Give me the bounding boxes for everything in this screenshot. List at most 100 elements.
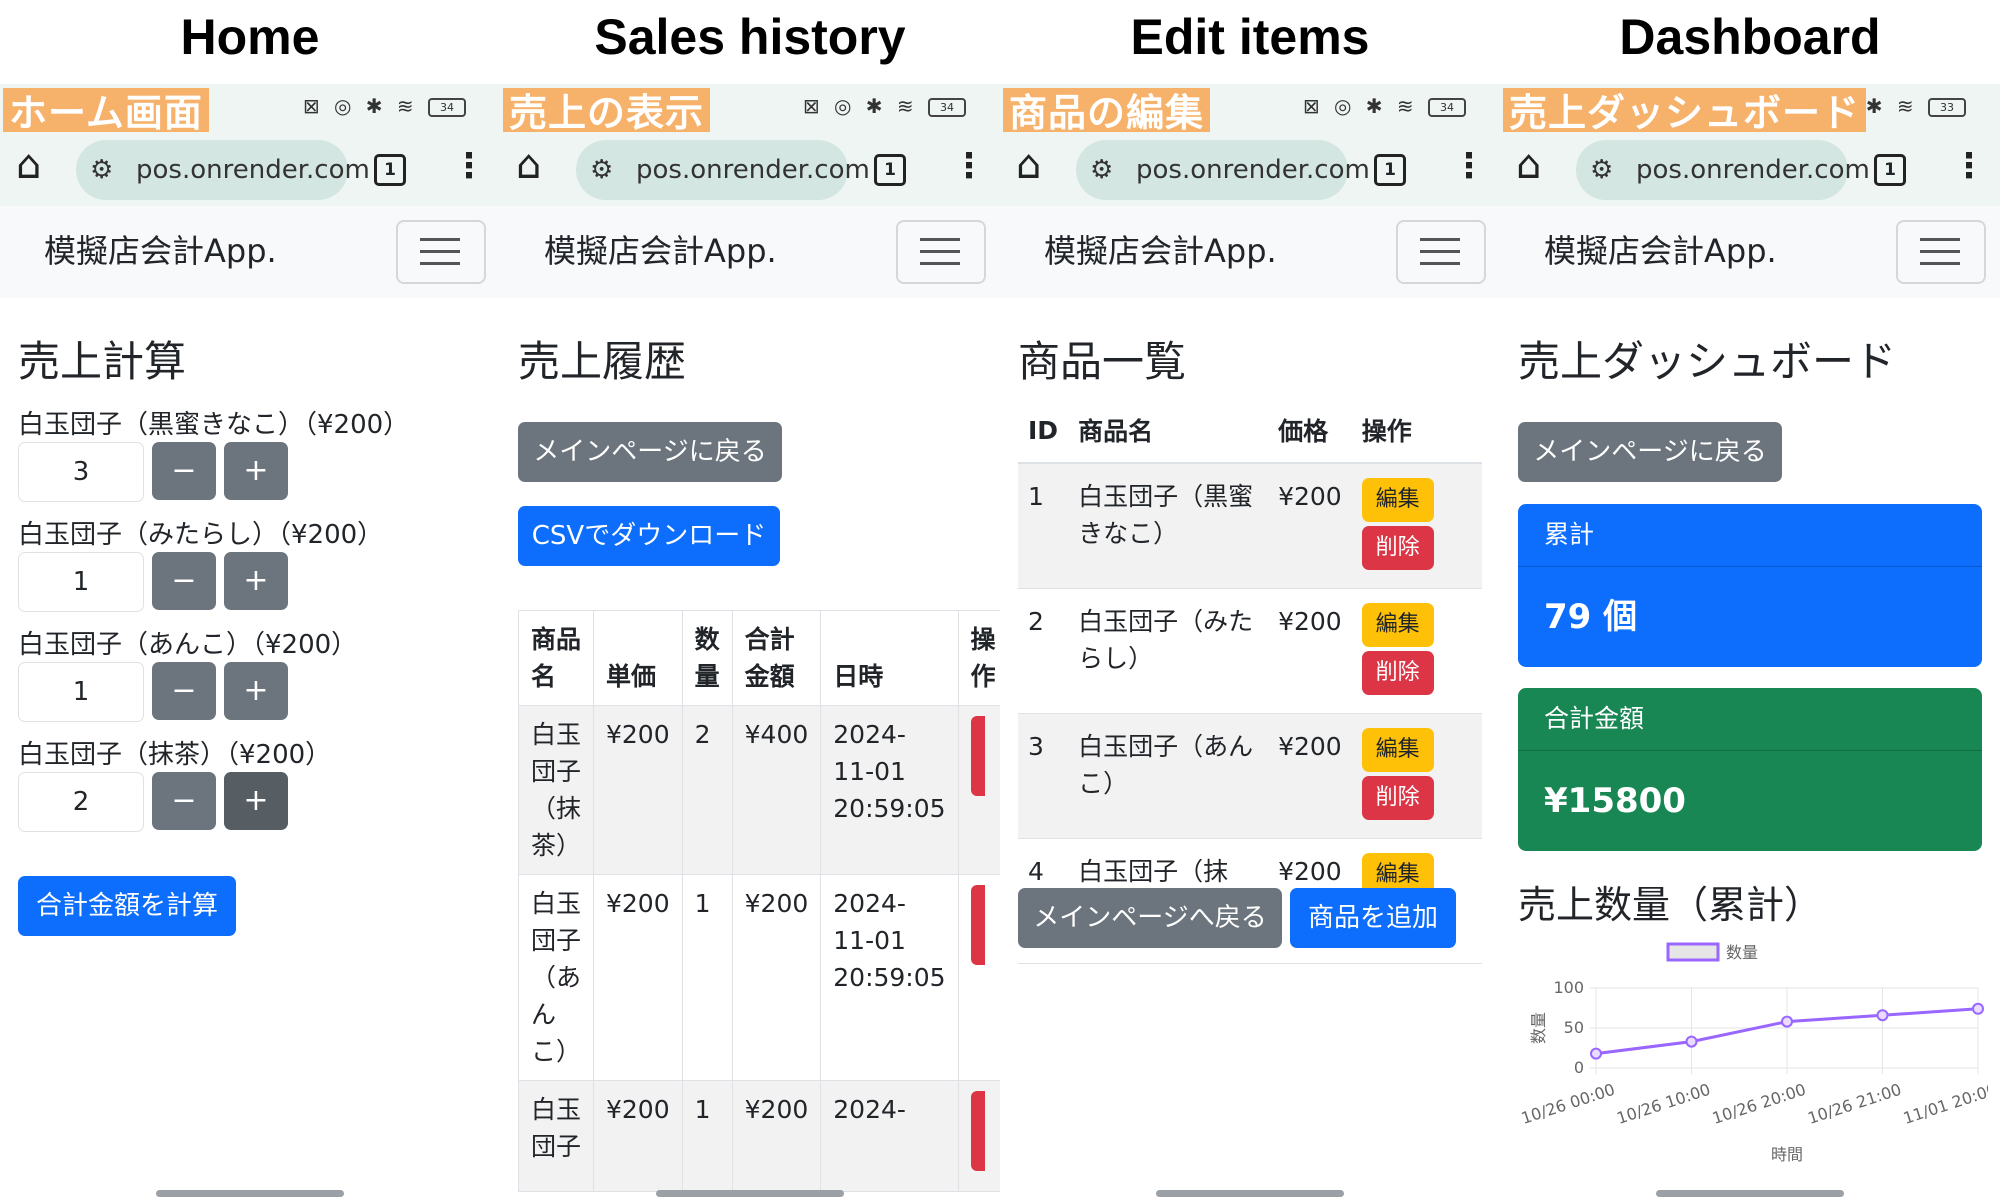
screen-tag: 売上ダッシュボード [1503, 88, 1867, 138]
address-bar[interactable]: ⚙ pos.onrender.com [1076, 140, 1370, 200]
delete-button[interactable] [970, 716, 985, 796]
navbar-brand[interactable]: 模擬店会計App. [544, 226, 777, 272]
navbar-brand[interactable]: 模擬店会計App. [1044, 226, 1277, 272]
tab-count-button[interactable]: 1 [374, 154, 406, 186]
cell-action [957, 1080, 1000, 1192]
url-text: pos.onrender.com [136, 155, 370, 185]
add-item-button[interactable]: 商品を追加 [1290, 888, 1456, 948]
gesture-bar [656, 1190, 844, 1197]
legend-swatch [1666, 942, 1720, 962]
data-point [1876, 1009, 1889, 1022]
calculate-total-button[interactable]: 合計金額を計算 [18, 876, 236, 936]
panel-dashboard: Dashboard ✱ ≋ 33 売上ダッシュボード ⌂ ⚙ pos.onren… [1500, 0, 2000, 1204]
csv-download-button[interactable]: CSVでダウンロード [518, 506, 780, 566]
back-to-main-button[interactable]: メインページに戻る [518, 422, 782, 482]
battery-icon: 34 [928, 98, 966, 117]
edit-button[interactable]: 編集 [1361, 728, 1434, 772]
home-icon[interactable]: ⌂ [16, 142, 41, 188]
decrement-button[interactable]: − [152, 772, 216, 830]
legend-label: 数量 [1726, 943, 1758, 962]
column-header: 単価 [593, 610, 683, 706]
menu-dots-icon[interactable]: ⋮ [1452, 146, 1486, 186]
home-icon[interactable]: ⌂ [1016, 142, 1041, 188]
cell-price: ¥200 [593, 705, 683, 875]
hamburger-menu-button[interactable] [396, 220, 486, 284]
delete-button[interactable]: 削除 [1361, 526, 1434, 570]
cell-datetime: 2024-11-01 20:59:05 [820, 874, 959, 1081]
site-settings-icon[interactable]: ⚙ [90, 140, 113, 200]
quantity-input[interactable]: 1 [18, 552, 144, 612]
increment-button[interactable]: + [224, 772, 288, 830]
column-header: 操作 [957, 610, 1000, 706]
tab-count-button[interactable]: 1 [1374, 154, 1406, 186]
decrement-button[interactable]: − [152, 442, 216, 500]
phone-screen: ⊠ ◎ ✱ ≋ 34 ホーム画面 ⌂ ⚙ pos.onrender.com 1 … [0, 84, 500, 1204]
x-tick-label: 11/01 20:00 [1901, 1080, 1988, 1128]
cell-action [957, 705, 1000, 875]
navbar: 模擬店会計App. [1000, 206, 1500, 298]
quantity-input[interactable]: 3 [18, 442, 144, 502]
y-tick-label: 50 [1564, 1018, 1584, 1037]
cell-name: 白玉団子（あんこ） [1068, 713, 1269, 839]
cell-total: ¥200 [731, 1080, 822, 1192]
home-icon[interactable]: ⌂ [1516, 142, 1541, 188]
navbar-brand[interactable]: 模擬店会計App. [44, 226, 277, 272]
panel-caption: Home [180, 9, 320, 65]
quantity-input[interactable]: 1 [18, 662, 144, 722]
menu-dots-icon[interactable]: ⋮ [1952, 146, 1986, 186]
cell-name: 白玉団子（あんこ） [518, 874, 594, 1081]
address-bar[interactable]: ⚙ pos.onrender.com [576, 140, 870, 200]
edit-button[interactable]: 編集 [1361, 603, 1434, 647]
product-label: 白玉団子（みたらし）（¥200） [18, 520, 384, 550]
delete-button[interactable]: 削除 [1361, 651, 1434, 695]
data-point [1685, 1035, 1698, 1048]
sales-quantity-chart: 数量 0 50 100 数量 10/26 00:0010/26 10:0010/26 20… [1519, 942, 1988, 1164]
increment-button[interactable]: + [224, 662, 288, 720]
edit-button[interactable]: 編集 [1361, 478, 1434, 522]
main-content: 売上ダッシュボード メインページに戻る 累計 79 個 合計金額 ¥15800 … [1500, 298, 2000, 1204]
column-header: 商品名 [518, 610, 594, 706]
increment-button[interactable]: + [224, 552, 288, 610]
x-axis-label: 時間 [1771, 1145, 1803, 1164]
cell-datetime: 2024-11-01 20:59:05 [820, 705, 959, 875]
cell-action [957, 874, 1000, 1081]
delete-button[interactable] [970, 885, 985, 965]
column-header: 合計金額 [731, 610, 822, 706]
delete-button[interactable] [970, 1091, 985, 1171]
navbar: 模擬店会計App. [0, 206, 500, 298]
card-header: 累計 [1518, 504, 1982, 567]
card-header: 合計金額 [1518, 688, 1982, 751]
battery-icon: 33 [1928, 98, 1966, 117]
quantity-input[interactable]: 2 [18, 772, 144, 832]
x-tick-label: 10/26 10:00 [1614, 1080, 1712, 1128]
home-icon[interactable]: ⌂ [516, 142, 541, 188]
back-to-main-button[interactable]: メインページに戻る [1518, 422, 1782, 482]
main-content: 商品一覧 ID 商品名 価格 操作 1 白玉団子（黒蜜きなこ） ¥200 編集 … [1000, 298, 1500, 1204]
tab-count-button[interactable]: 1 [1874, 154, 1906, 186]
cell-name: 白玉団子 [518, 1080, 594, 1192]
decrement-button[interactable]: − [152, 552, 216, 610]
site-settings-icon[interactable]: ⚙ [1090, 140, 1113, 200]
page-title: 売上履歴 [518, 337, 687, 386]
decrement-button[interactable]: − [152, 662, 216, 720]
screen-tag: 商品の編集 [1003, 88, 1211, 138]
cell-actions: 編集 削除 [1351, 463, 1482, 589]
table-row: 白玉団子（あんこ） ¥200 1 ¥200 2024-11-01 20:59:0… [518, 874, 1000, 1081]
navbar-brand[interactable]: 模擬店会計App. [1544, 226, 1777, 272]
tab-count-button[interactable]: 1 [874, 154, 906, 186]
back-to-main-button[interactable]: メインページへ戻る [1018, 888, 1282, 948]
table-row: 白玉団子 ¥200 1 ¥200 2024- [518, 1080, 1000, 1192]
address-bar[interactable]: ⚙ pos.onrender.com [1576, 140, 1870, 200]
increment-button[interactable]: + [224, 442, 288, 500]
cell-name: 白玉団子（抹茶） [518, 705, 594, 875]
delete-button[interactable]: 削除 [1361, 776, 1434, 820]
hamburger-menu-button[interactable] [1896, 220, 1986, 284]
menu-dots-icon[interactable]: ⋮ [452, 146, 486, 186]
site-settings-icon[interactable]: ⚙ [590, 140, 613, 200]
hamburger-menu-button[interactable] [1396, 220, 1486, 284]
site-settings-icon[interactable]: ⚙ [1590, 140, 1613, 200]
menu-dots-icon[interactable]: ⋮ [952, 146, 986, 186]
hamburger-menu-button[interactable] [896, 220, 986, 284]
panel-sales-history: Sales history ⊠ ◎ ✱ ≋ 34 売上の表示 ⌂ ⚙ pos.o… [500, 0, 1000, 1204]
address-bar[interactable]: ⚙ pos.onrender.com [76, 140, 370, 200]
